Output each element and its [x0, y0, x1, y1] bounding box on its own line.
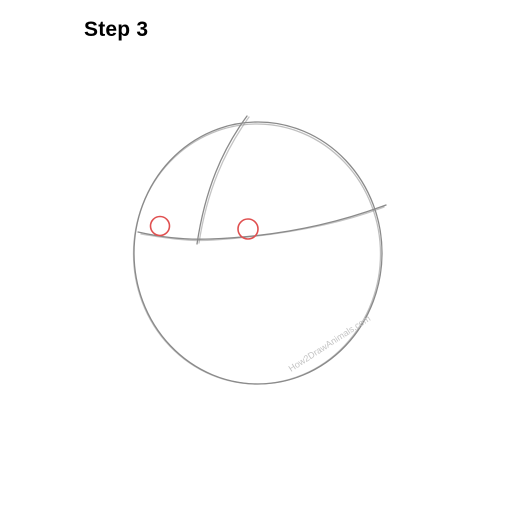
- left-eye-guide-icon: [149, 215, 171, 237]
- tutorial-page: Step 3 How2DrawAnimals.com: [0, 0, 512, 512]
- horizontal-guideline: [137, 204, 387, 242]
- sketch-drawing: How2DrawAnimals.com: [132, 115, 387, 385]
- head-circle: [132, 121, 383, 385]
- watermark: How2DrawAnimals.com: [287, 313, 373, 373]
